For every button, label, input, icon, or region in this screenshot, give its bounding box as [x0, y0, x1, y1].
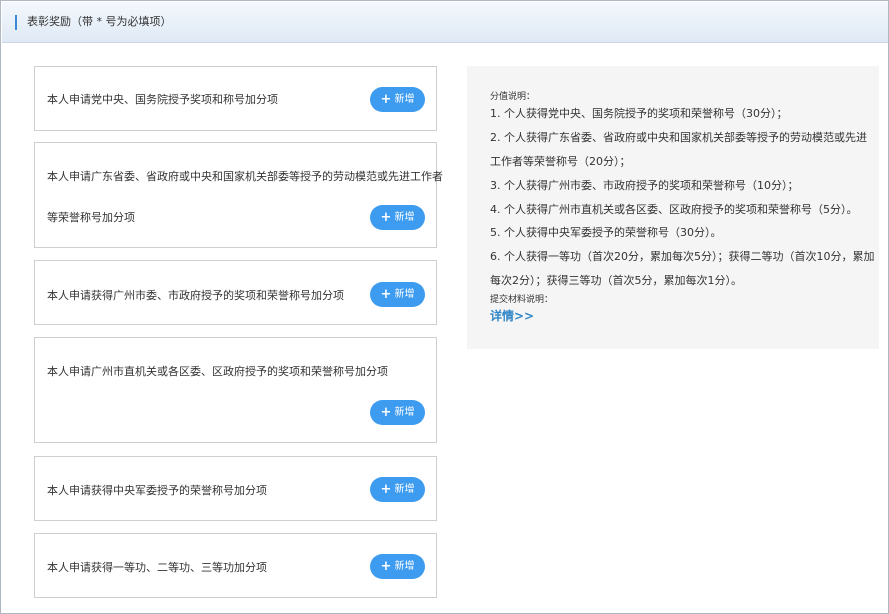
award-item-central-committee: 本人申请党中央、国务院授予奖项和称号加分项 +新增 [34, 66, 437, 131]
plus-icon: + [381, 287, 392, 302]
award-item-label: 本人申请获得广州市委、市政府授予的奖项和荣誉称号加分项 [47, 287, 344, 303]
add-button-label: 新增 [394, 407, 414, 418]
award-item-label: 本人申请广州市直机关或各区委、区政府授予的奖项和荣誉称号加分项 [47, 363, 388, 379]
details-link[interactable]: 详情>> [490, 307, 534, 324]
score-description-panel: 分值说明： 1. 个人获得党中央、国务院授予的奖项和荣誉称号（30分）； 2. … [467, 66, 879, 349]
add-button-label: 新增 [394, 561, 414, 572]
add-button[interactable]: +新增 [370, 477, 425, 502]
award-item-label-cont: 等荣誉称号加分项 [47, 209, 135, 225]
page-title: 表彰奖励（带 * 号为必填项） [27, 14, 172, 30]
score-label: 分值说明： [490, 89, 535, 102]
add-button[interactable]: +新增 [370, 87, 425, 112]
add-button-label: 新增 [394, 484, 414, 495]
add-button[interactable]: +新增 [370, 205, 425, 230]
section-header: 表彰奖励（带 * 号为必填项） [2, 2, 888, 43]
score-rule-line: 1. 个人获得党中央、国务院授予的奖项和荣誉称号（30分）； [490, 105, 788, 121]
award-item-label: 本人申请广东省委、省政府或中央和国家机关部委等授予的劳动模范或先进工作者 [47, 168, 443, 184]
add-button-label: 新增 [394, 94, 414, 105]
add-button-label: 新增 [394, 212, 414, 223]
material-label: 提交材料说明： [490, 292, 553, 305]
add-button[interactable]: +新增 [370, 282, 425, 307]
score-rule-line: 6. 个人获得一等功（首次20分，累加每次5分）；获得二等功（首次10分，累加 [490, 248, 874, 264]
award-item-merit: 本人申请获得一等功、二等功、三等功加分项 +新增 [34, 533, 437, 598]
award-item-district: 本人申请广州市直机关或各区委、区政府授予的奖项和荣誉称号加分项 +新增 [34, 337, 437, 443]
plus-icon: + [381, 92, 392, 107]
add-button[interactable]: +新增 [370, 554, 425, 579]
plus-icon: + [381, 559, 392, 574]
score-rule-line: 4. 个人获得广州市直机关或各区委、区政府授予的奖项和荣誉称号（5分）。 [490, 201, 858, 217]
plus-icon: + [381, 210, 392, 225]
header-accent-bar [15, 15, 17, 30]
award-item-label: 本人申请获得一等功、二等功、三等功加分项 [47, 559, 267, 575]
award-item-military-commission: 本人申请获得中央军委授予的荣誉称号加分项 +新增 [34, 456, 437, 521]
award-item-label: 本人申请获得中央军委授予的荣誉称号加分项 [47, 482, 267, 498]
score-rule-line: 2. 个人获得广东省委、省政府或中央和国家机关部委等授予的劳动模范或先进 [490, 129, 867, 145]
score-rule-line: 3. 个人获得广州市委、市政府授予的奖项和荣誉称号（10分）； [490, 177, 799, 193]
award-item-provincial: 本人申请广东省委、省政府或中央和国家机关部委等授予的劳动模范或先进工作者 等荣誉… [34, 142, 437, 248]
score-rule-line: 每次2分）；获得三等功（首次5分，累加每次1分）。 [490, 272, 742, 288]
award-item-guangzhou-city: 本人申请获得广州市委、市政府授予的奖项和荣誉称号加分项 +新增 [34, 260, 437, 325]
form-panel: 表彰奖励（带 * 号为必填项） 本人申请党中央、国务院授予奖项和称号加分项 +新… [0, 0, 889, 614]
add-button-label: 新增 [394, 289, 414, 300]
plus-icon: + [381, 405, 392, 420]
add-button[interactable]: +新增 [370, 400, 425, 425]
award-item-label: 本人申请党中央、国务院授予奖项和称号加分项 [47, 91, 278, 107]
score-rule-line: 工作者等荣誉称号（20分）； [490, 153, 631, 169]
plus-icon: + [381, 482, 392, 497]
score-rule-line: 5. 个人获得中央军委授予的荣誉称号（30分）。 [490, 224, 722, 240]
